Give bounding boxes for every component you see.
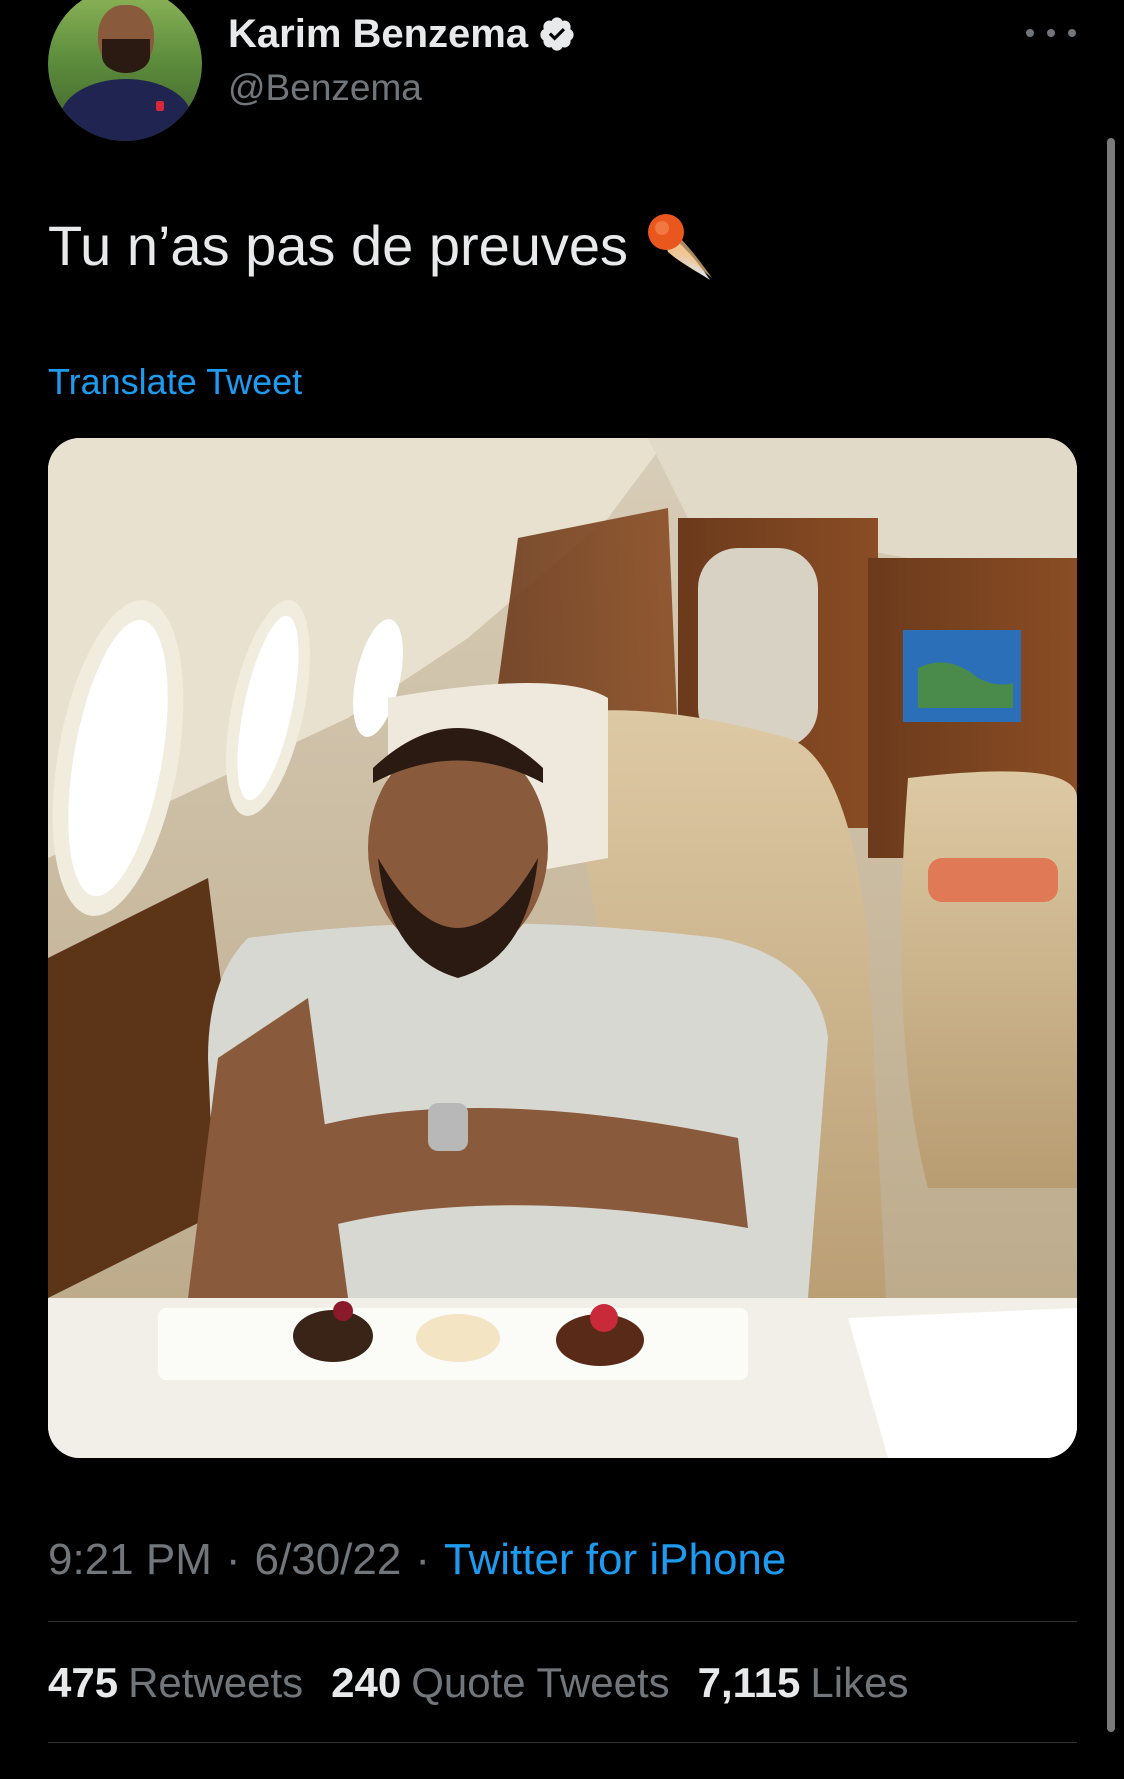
avatar[interactable] <box>48 0 202 141</box>
tweet-meta-row: 9:21 PM · 6/30/22 · Twitter for iPhone <box>48 1534 786 1586</box>
tweet-source-link[interactable]: Twitter for iPhone <box>444 1534 786 1586</box>
tweet-stats-row: 475 Retweets 240 Quote Tweets 7,115 Likes <box>48 1658 908 1708</box>
quote-tweets-label: Quote Tweets <box>411 1659 670 1706</box>
comet-icon <box>642 208 718 284</box>
author-name-row[interactable]: Karim Benzema <box>228 10 576 58</box>
tweet-photo[interactable] <box>48 438 1077 1458</box>
more-dot <box>1068 29 1076 37</box>
more-options-icon[interactable] <box>1026 18 1076 48</box>
likes-count: 7,115 <box>697 1659 801 1706</box>
meta-separator: · <box>415 1535 430 1584</box>
verified-badge-icon <box>538 15 576 53</box>
tweet-text-content: Tu n’as pas de preuves <box>48 214 629 277</box>
avatar-shirt-logo <box>156 101 164 111</box>
retweets-stat[interactable]: 475 Retweets <box>48 1658 303 1708</box>
tweet-text: Tu n’as pas de preuves <box>48 208 718 284</box>
quote-tweets-count: 240 <box>331 1659 402 1706</box>
likes-stat[interactable]: 7,115 Likes <box>698 1658 909 1708</box>
avatar-beard-shape <box>102 39 150 73</box>
divider <box>48 1621 1077 1622</box>
translate-tweet-link[interactable]: Translate Tweet <box>48 360 302 404</box>
scrollbar[interactable] <box>1107 138 1115 1732</box>
retweets-count: 475 <box>48 1659 119 1706</box>
tweet-date[interactable]: 6/30/22 <box>255 1534 402 1586</box>
meta-separator: · <box>225 1535 241 1584</box>
tweet-photo-illustration <box>48 438 1077 1458</box>
divider <box>48 1742 1077 1743</box>
quote-tweets-stat[interactable]: 240 Quote Tweets <box>331 1658 669 1708</box>
avatar-body-shape <box>60 79 192 141</box>
author-handle[interactable]: @Benzema <box>228 66 422 110</box>
more-dot <box>1047 29 1055 37</box>
author-display-name[interactable]: Karim Benzema <box>228 10 528 58</box>
retweets-label: Retweets <box>128 1659 304 1706</box>
tweet-time[interactable]: 9:21 PM <box>48 1534 212 1586</box>
more-dot <box>1026 29 1034 37</box>
likes-label: Likes <box>810 1659 909 1706</box>
